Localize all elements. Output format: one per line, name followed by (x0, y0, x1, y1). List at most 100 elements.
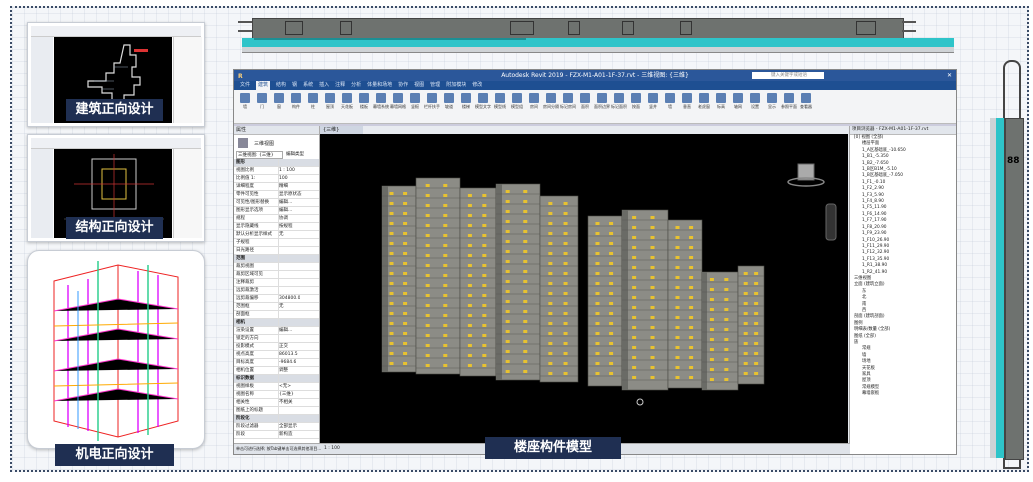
ribbon-button[interactable]: 构件 (289, 92, 303, 112)
property-row[interactable]: 默认分析显示样式无 (234, 231, 319, 239)
property-row[interactable]: 投影模式 正交 (234, 343, 319, 351)
ribbon-button[interactable]: 垂直 (680, 92, 694, 112)
ribbon-button[interactable]: 模型线 (493, 92, 507, 112)
ribbon-button[interactable]: 面积边界 (594, 92, 610, 112)
ribbon-tab[interactable]: 分析 (351, 81, 361, 90)
browser-item[interactable]: 幕墙嵌板 (854, 391, 956, 397)
property-value[interactable]: 按规程 (279, 223, 293, 230)
property-value[interactable]: {三维} (279, 391, 294, 398)
property-value[interactable]: 不相关 (279, 399, 293, 406)
ribbon-button[interactable]: 竖井 (646, 92, 660, 112)
ribbon-button[interactable]: 楼板 (357, 92, 371, 112)
property-row[interactable]: 目标高度 -9684.6 (234, 359, 319, 367)
ribbon-button[interactable]: 设置 (748, 92, 762, 112)
view-scale[interactable]: 1 : 100 (324, 446, 340, 451)
property-row[interactable]: 锁定的方向 (234, 335, 319, 343)
property-row[interactable]: 视点高度 86013.5 (234, 351, 319, 359)
ribbon-button[interactable]: 屋顶 (323, 92, 337, 112)
ribbon-tab[interactable]: 体量和场地 (367, 81, 392, 90)
property-row[interactable]: 子规程 (234, 239, 319, 247)
ribbon-button[interactable]: 墙 (663, 92, 677, 112)
ribbon-button[interactable]: 模型组 (510, 92, 524, 112)
property-row[interactable]: 范围 (234, 255, 319, 263)
property-row[interactable]: 裁剪视图 (234, 263, 319, 271)
property-value[interactable]: 协调 (279, 215, 288, 222)
property-row[interactable]: 远剪裁偏移 304800.0 (234, 295, 319, 303)
property-value[interactable]: 编辑... (279, 199, 292, 206)
ribbon-button[interactable]: 模型文字 (475, 92, 491, 112)
ribbon-button[interactable]: 窗 (272, 92, 286, 112)
property-row[interactable]: 可见性/图形替换 编辑... (234, 199, 319, 207)
ribbon-tab[interactable]: 插入 (319, 81, 329, 90)
property-row[interactable]: 阶段化 (234, 415, 319, 423)
ribbon-button[interactable]: 幕墙网格 (390, 92, 406, 112)
property-value[interactable]: 调整 (279, 367, 288, 374)
ribbon-tab[interactable]: 注释 (335, 81, 345, 90)
property-row[interactable]: 详细程度 精细 (234, 183, 319, 191)
ribbon-button[interactable]: 楼梯 (459, 92, 473, 112)
ribbon-button[interactable]: 天花板 (340, 92, 354, 112)
property-row[interactable]: 图形 (234, 159, 319, 167)
ribbon-button[interactable]: 老虎窗 (697, 92, 711, 112)
ribbon-button[interactable]: 轴网 (731, 92, 745, 112)
ribbon-tab[interactable]: 结构 (276, 81, 286, 90)
property-row[interactable]: 视图样板 <无> (234, 383, 319, 391)
ribbon-button[interactable]: 竖梃 (408, 92, 422, 112)
property-row[interactable]: 远剪裁激活 (234, 287, 319, 295)
ribbon-button[interactable]: 房间分隔 (543, 92, 559, 112)
property-row[interactable]: 范围框无 (234, 303, 319, 311)
ribbon-button[interactable]: 按面 (629, 92, 643, 112)
ribbon-button[interactable]: 标记面积 (611, 92, 627, 112)
property-value[interactable]: 无 (279, 231, 284, 238)
close-icon[interactable]: ✕ (947, 70, 952, 81)
property-value[interactable]: <无> (279, 383, 291, 390)
ribbon-button[interactable]: 栏杆扶手 (424, 92, 440, 112)
property-row[interactable]: 阶段过滤器 全部显示 (234, 423, 319, 431)
ribbon-tab[interactable]: 协作 (398, 81, 408, 90)
ribbon-button[interactable]: 显示 (765, 92, 779, 112)
view-tab[interactable]: {三维} (320, 126, 363, 134)
3d-viewport[interactable]: {三维} (320, 126, 848, 444)
ribbon-tab[interactable]: 管理 (430, 81, 440, 90)
ribbon-button[interactable]: 面积 (578, 92, 592, 112)
ribbon-button[interactable]: 标记房间 (560, 92, 576, 112)
property-row[interactable]: 相关性 不相关 (234, 399, 319, 407)
property-value[interactable]: 无 (279, 303, 284, 310)
ribbon-button[interactable]: 参照平面 (781, 92, 797, 112)
property-value[interactable]: -9684.6 (279, 359, 296, 366)
property-value[interactable]: 编辑... (279, 327, 292, 334)
property-row[interactable]: 渲染设置 编辑... (234, 327, 319, 335)
view-selector[interactable]: 三维视图: {三维} (236, 151, 283, 159)
property-row[interactable]: 图形显示选项 编辑... (234, 207, 319, 215)
property-row[interactable]: 裁剪区域可见 (234, 271, 319, 279)
property-value[interactable]: 全部显示 (279, 423, 297, 430)
ribbon-tab[interactable]: 修改 (472, 81, 482, 90)
property-value[interactable]: 新构造 (279, 431, 293, 438)
ribbon-button[interactable]: 墙 (238, 92, 252, 112)
property-row[interactable]: 规程 协调 (234, 215, 319, 223)
ribbon-tab[interactable]: 钢 (292, 81, 297, 90)
property-row[interactable]: 剖面框 (234, 311, 319, 319)
property-row[interactable]: 显示隐藏线 按规程 (234, 223, 319, 231)
property-value[interactable]: 86013.5 (279, 351, 298, 358)
property-value[interactable]: 304800.0 (279, 295, 300, 302)
property-value[interactable]: 编辑... (279, 207, 292, 214)
property-row[interactable]: 阶段 新构造 (234, 431, 319, 439)
ribbon-tab[interactable]: 文件 (240, 81, 250, 90)
property-row[interactable]: 标识数据 (234, 375, 319, 383)
property-row[interactable]: 相机 (234, 319, 319, 327)
property-value[interactable]: 1 : 100 (279, 167, 295, 174)
ribbon-button[interactable]: 标高 (714, 92, 728, 112)
property-value[interactable]: 正交 (279, 343, 288, 350)
property-value[interactable]: 精细 (279, 183, 288, 190)
ribbon-tab[interactable]: 视图 (414, 81, 424, 90)
property-row[interactable]: 注释裁剪 (234, 279, 319, 287)
edit-type-button[interactable]: 编辑类型 (286, 151, 304, 159)
search-input[interactable]: 键入关键字或短语 (752, 72, 824, 79)
ribbon-button[interactable]: 坡道 (442, 92, 456, 112)
ribbon-button[interactable]: 幕墙系统 (373, 92, 389, 112)
ribbon-button[interactable]: 柱 (306, 92, 320, 112)
property-row[interactable]: 日光路径 (234, 247, 319, 255)
property-row[interactable]: 视图名称 {三维} (234, 391, 319, 399)
property-row[interactable]: 零件可见性 显示原状态 (234, 191, 319, 199)
